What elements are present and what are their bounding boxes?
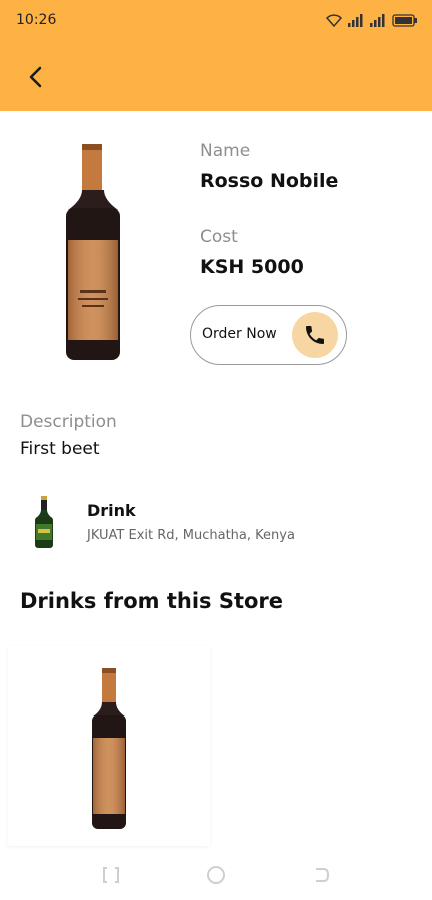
status-time: 10:26 [16,12,57,28]
wifi-icon [326,14,342,27]
product-image [66,144,120,360]
section-title: Drinks from this Store [20,589,284,613]
battery-icon [392,13,417,27]
order-now-button[interactable]: Order Now [190,305,347,365]
store-address: JKUAT Exit Rd, Muchatha, Kenya [87,528,295,543]
description-text: First beet [20,439,100,459]
home-button[interactable] [205,864,227,886]
store-image [35,496,53,548]
description-label: Description [20,412,117,432]
store-title[interactable]: Drink [87,501,136,520]
phone-icon-circle [292,312,338,358]
top-app-bar: 10:26 [0,0,432,111]
back-button[interactable] [22,62,48,92]
name-label: Name [200,141,251,161]
cost-label: Cost [200,227,238,247]
product-name: Rosso Nobile [200,170,339,192]
signal-icon [348,14,363,27]
recents-icon [103,867,119,883]
system-nav-bar [0,850,432,900]
phone-icon [306,326,324,344]
product-cost: KSH 5000 [200,256,304,278]
order-now-label: Order Now [202,326,277,342]
signal-icon [370,14,385,27]
status-icons [326,13,418,27]
drink-card-image [92,668,126,829]
back-nav-button[interactable] [310,864,332,886]
back-nav-icon [316,868,330,882]
home-icon [207,866,225,884]
recents-button[interactable] [100,864,122,886]
drink-card[interactable] [8,646,210,846]
back-arrow-icon [29,66,42,88]
